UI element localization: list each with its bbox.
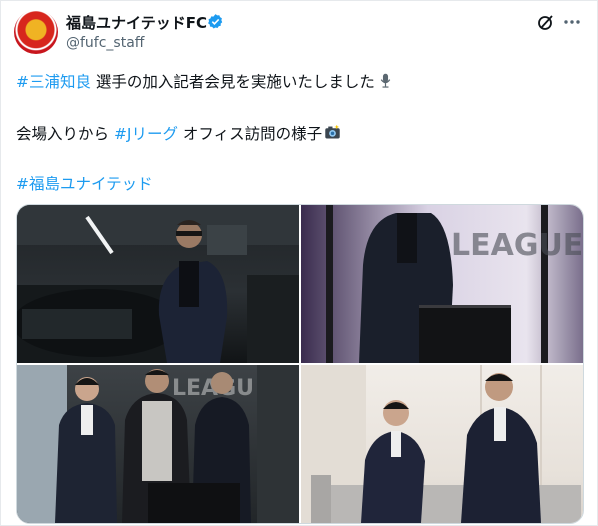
svg-text:LEAGUE: LEAGUE — [451, 228, 583, 263]
hashtag-jleague[interactable]: #Jリーグ — [114, 125, 178, 143]
user-handle[interactable]: @fufc_staff — [66, 35, 144, 51]
hashtag-fukushima-united[interactable]: #福島ユナイテッド — [16, 175, 153, 193]
tweet-text-2b: オフィス訪問の様子 — [178, 125, 323, 143]
tweet-text-2a: 会場入りから — [16, 125, 114, 143]
club-crest-icon — [27, 26, 45, 38]
camera-flash-icon — [325, 124, 340, 139]
verified-badge-icon — [208, 14, 223, 29]
tweet-line-1: #三浦知良 選手の加入記者会見を実施いたしました — [16, 70, 394, 92]
photo-group[interactable]: LEAGU — [17, 365, 299, 523]
tweet-line-3: #福島ユナイテッド — [16, 172, 153, 194]
microphone-icon — [380, 73, 391, 88]
photo-group-image: LEAGU — [17, 365, 299, 523]
avatar[interactable] — [14, 10, 58, 54]
photo-press-conference-image: LEAGUE — [326, 205, 583, 363]
photo-office-visit[interactable] — [301, 365, 583, 523]
more-icon[interactable] — [562, 12, 582, 32]
tweet-text-1: 選手の加入記者会見を実施いたしました — [91, 73, 375, 91]
photo-grid: LEAGUE LEAGU — [16, 204, 584, 524]
tweet-line-2: 会場入りから #Jリーグ オフィス訪問の様子 — [16, 122, 341, 144]
display-name[interactable]: 福島ユナイテッドFC — [66, 12, 207, 33]
photo-press-conference[interactable]: LEAGUE — [301, 205, 583, 363]
photo-office-visit-image — [301, 365, 581, 523]
hashtag-miura[interactable]: #三浦知良 — [16, 73, 91, 91]
photo-arrival[interactable] — [17, 205, 299, 363]
photo-arrival-image — [17, 205, 299, 363]
grok-icon[interactable] — [536, 12, 556, 32]
